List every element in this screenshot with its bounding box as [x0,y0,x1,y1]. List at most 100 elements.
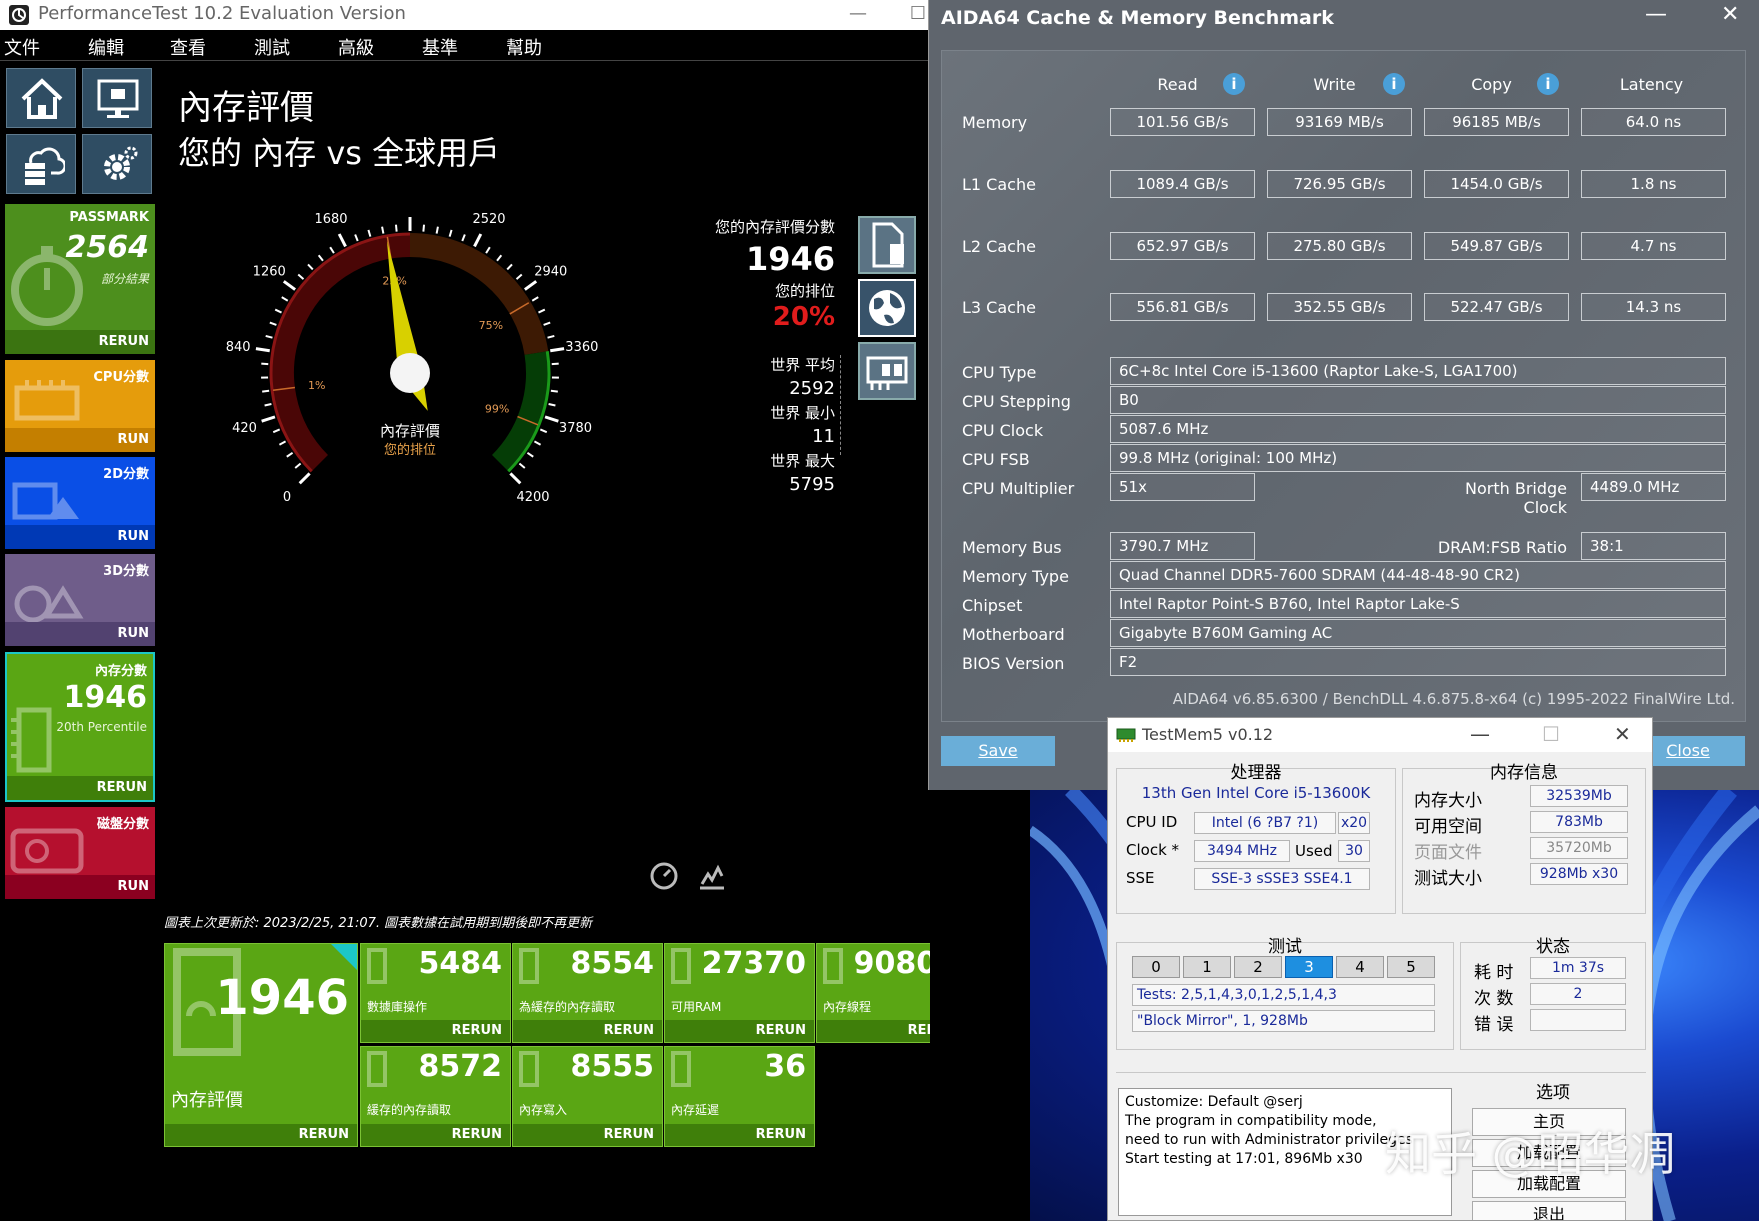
selected-corner-marker [331,944,357,970]
memory-latency-rerun-button[interactable]: RERUN [665,1124,814,1146]
report-button[interactable] [858,216,916,274]
database-ops-tile[interactable]: 5484 數據庫操作 RERUN [360,943,511,1043]
write-info-icon[interactable]: i [1383,73,1405,95]
pt-title-text: PerformanceTest 10.2 Evaluation Version [38,3,406,24]
system-info-button[interactable] [82,68,152,128]
database-ops-rerun-button[interactable]: RERUN [361,1020,510,1042]
disk-run-button[interactable]: RUN [5,875,155,899]
memory-write-rerun-button[interactable]: RERUN [513,1124,662,1146]
mem-total-value: 32539Mb [1530,785,1628,807]
cpu-run-button[interactable]: RUN [5,428,155,452]
cycles-value: 2 [1530,983,1626,1005]
memory-mark-tile[interactable]: 1946 內存評價 RERUN [164,943,358,1147]
tests-sequence: Tests: 2,5,1,4,3,0,1,2,5,1,4,3 [1132,984,1435,1006]
memory-write-tile[interactable]: 8555 內存寫入 RERUN [512,1046,663,1147]
gauge-minor-tick [265,334,273,339]
l3-read: 556.81 GB/s [1110,293,1255,321]
gauge-minor-tick [286,451,294,458]
cpu-fsb-value: 99.8 MHz (original: 100 MHz) [1110,444,1726,472]
menu-file[interactable]: 文件 [4,34,40,60]
gauge-tick-label: 420 [232,421,257,436]
memory-mark-rerun-button[interactable]: RERUN [165,1124,357,1146]
gauge-sublabel: 您的排位 [384,442,436,458]
memory-rerun-button[interactable]: RERUN [7,776,153,800]
processor-header: 处理器 [1230,763,1282,783]
world-compare-button[interactable] [858,279,916,337]
memory-rank-gauge: 042084012601680210025202940336037804200 … [226,205,599,505]
aida-title-bar: AIDA64 Cache & Memory Benchmark — ✕ [929,0,1759,38]
gauge-minor-tick [278,440,287,446]
gauge-minor-tick [448,229,453,237]
aida-results-panel: Read i Write i Copy i Latency Memory 101… [941,50,1746,722]
disk-drive-icon [10,828,84,874]
passmark-tile[interactable]: PASSMARK 2564 部分結果 RERUN [5,204,155,354]
gauge-minor-tick [329,246,335,254]
cloud-database-icon [25,147,65,185]
memory-tile[interactable]: 內存分數 1946 20th Percentile RERUN [5,652,155,802]
menu-view[interactable]: 查看 [170,34,206,60]
copy-info-icon[interactable]: i [1537,73,1559,95]
memory-mark-rerun-label: RERUN [298,1127,349,1142]
passmark-rerun-button[interactable]: RERUN [5,330,155,354]
hardware-button[interactable] [858,342,916,400]
l3-write: 352.55 GB/s [1267,293,1412,321]
2d-run-button[interactable]: RUN [5,525,155,549]
l1-latency: 1.8 ns [1581,170,1726,198]
tm-minimize-button[interactable]: — [1470,722,1490,746]
save-button[interactable]: Save [941,736,1055,766]
read-info-icon[interactable]: i [1223,73,1245,95]
tm-close-button[interactable]: ✕ [1614,722,1631,746]
minimize-button[interactable]: — [838,0,878,30]
memory-threaded-rerun-button[interactable]: RERUN [817,1020,930,1042]
3d-tile[interactable]: 3D分數 RUN [5,554,155,646]
settings-button[interactable] [82,134,152,194]
gauge-minor-tick [294,462,302,469]
available-ram-tile[interactable]: 27370 可用RAM RERUN [664,943,815,1043]
chart-icon[interactable] [698,862,726,890]
speedometer-icon[interactable] [650,862,678,890]
aida-close-x-button[interactable]: ✕ [1721,2,1739,27]
memory-threaded-tile[interactable]: 90803 內存線程 RERUN [816,943,930,1043]
l1-copy: 1454.0 GB/s [1424,170,1569,198]
tm-maximize-button[interactable]: ☐ [1542,722,1560,746]
memory-copy: 96185 MB/s [1424,108,1569,136]
exit-button[interactable]: 退出 [1472,1201,1626,1220]
cached-read-rerun-button[interactable]: RERUN [361,1124,510,1146]
gauge-minor-tick [526,451,534,458]
gauge-minor-tick [550,389,558,393]
gauge-major-tick [509,472,522,485]
aida-minimize-button[interactable]: — [1645,2,1667,27]
home-button[interactable] [6,68,76,128]
3d-run-button[interactable]: RUN [5,622,155,646]
memory-type-value: Quad Channel DDR5-7600 SDRAM (44-48-48-9… [1110,561,1726,589]
memory-write-label: 內存寫入 [519,1103,568,1117]
disk-tile[interactable]: 磁盤分數 RUN [5,807,155,899]
passmark-logo-icon [9,5,29,25]
gauge-tick-label: 4200 [516,490,549,505]
menu-baseline[interactable]: 基準 [422,34,458,60]
disk-run-label: RUN [117,879,149,894]
cached-read-tile[interactable]: 8572 緩存的內存讀取 RERUN [360,1046,511,1147]
gauge-minor-tick [381,226,385,234]
maximize-button[interactable]: ☐ [898,0,930,30]
clock-value: 3494 MHz [1194,840,1290,862]
uncached-read-rerun-button[interactable]: RERUN [513,1020,662,1042]
cpu-clock-label: CPU Clock [962,421,1044,440]
monitor-icon [97,79,139,118]
cloud-results-button[interactable] [6,134,76,194]
menu-tests[interactable]: 測試 [254,34,290,60]
memory-read: 101.56 GB/s [1110,108,1255,136]
available-ram-rerun-button[interactable]: RERUN [665,1020,814,1042]
memory-latency-tile[interactable]: 36 內存延遲 RERUN [664,1046,815,1147]
gauge-tick-label: 1680 [314,212,347,227]
cpu-tile[interactable]: CPU分數 RUN [5,360,155,452]
errors-label: 错 误 [1474,1015,1514,1035]
passmark-rerun-label: RERUN [98,334,149,349]
menu-edit[interactable]: 编輯 [88,34,124,60]
2d-tile[interactable]: 2D分數 RUN [5,457,155,549]
menu-advanced[interactable]: 高級 [338,34,374,60]
menu-help[interactable]: 幫助 [506,34,542,60]
cpu-fsb-label: CPU FSB [962,450,1030,469]
3d-tile-name: 3D分數 [103,564,149,579]
uncached-read-tile[interactable]: 8554 為緩存的內存讀取 RERUN [512,943,663,1043]
